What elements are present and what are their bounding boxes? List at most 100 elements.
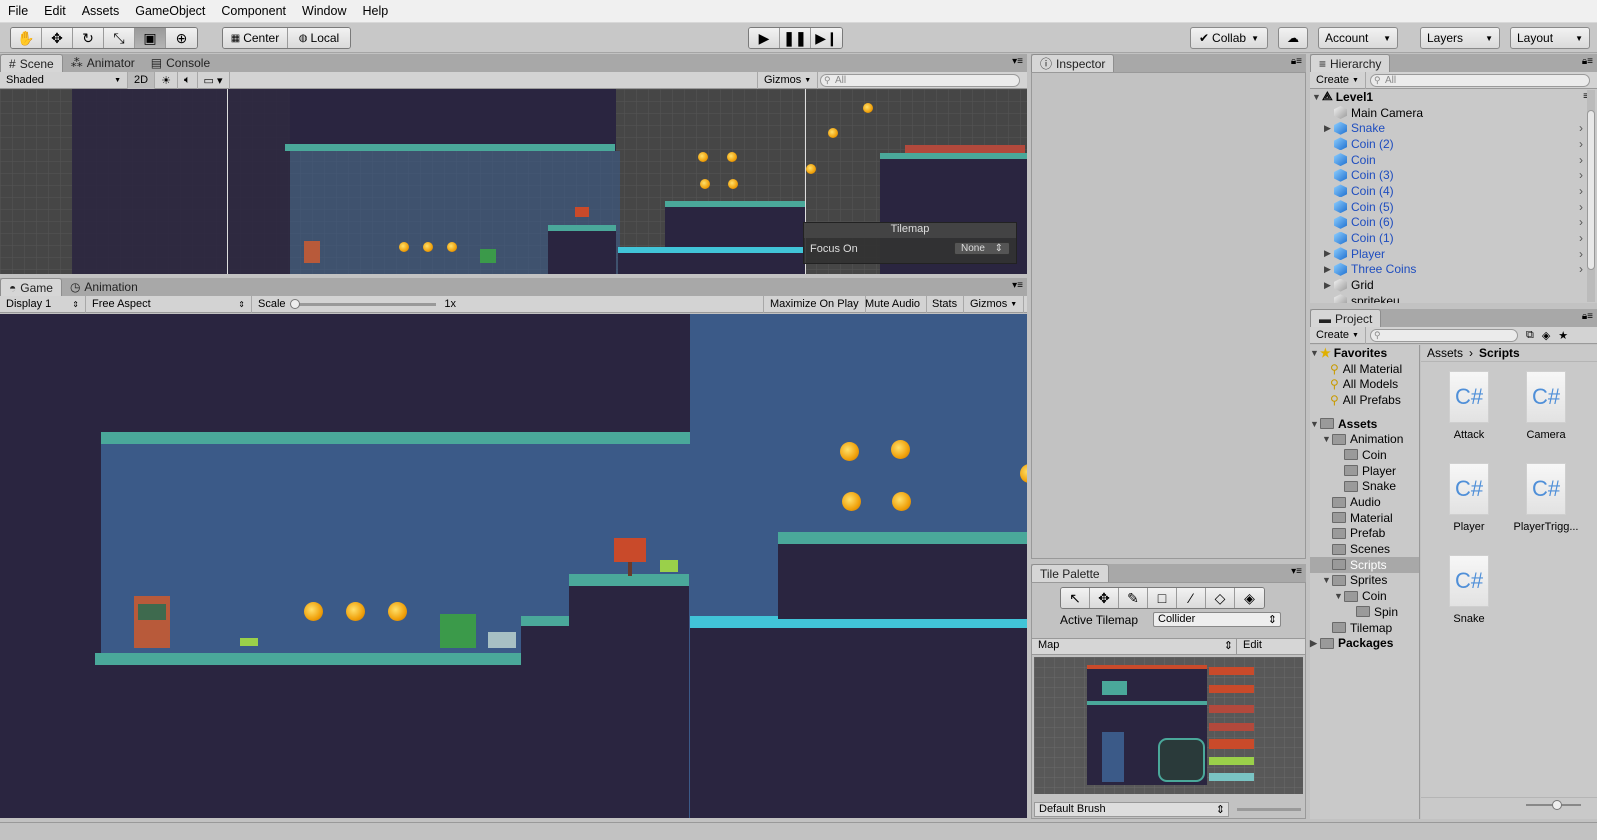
scale-slider-thumb[interactable] (289, 298, 300, 309)
collapse-arrow-icon[interactable]: ▼ (1334, 591, 1344, 601)
focus-on-dropdown[interactable]: None ⇕ (954, 242, 1010, 255)
tab-hierarchy[interactable]: ≡ Hierarchy (1310, 54, 1391, 72)
picker-icon[interactable]: ⁄ (1177, 588, 1206, 608)
folder-row[interactable]: ▼ Coin (1310, 588, 1419, 604)
chevron-right-icon[interactable]: › (1579, 168, 1583, 182)
play-button[interactable]: ▶ (749, 28, 780, 48)
hierarchy-row[interactable]: Main Camera (1312, 105, 1597, 121)
icon-size-slider-thumb[interactable] (1552, 800, 1562, 810)
hierarchy-row[interactable]: ▶ Player › (1312, 246, 1597, 262)
collapse-arrow-icon[interactable]: ▼ (1310, 348, 1320, 358)
favorites-header[interactable]: ▼ ★ Favorites (1310, 345, 1419, 361)
lighting-toggle[interactable]: ☀ (155, 71, 178, 89)
csharp-script-icon[interactable]: C# (1449, 463, 1489, 515)
chevron-right-icon[interactable]: › (1579, 200, 1583, 214)
layout-dropdown[interactable]: Layout ▼ (1510, 27, 1590, 49)
pivot-local-button[interactable]: ◍ Local (288, 28, 350, 48)
palette-zoom-slider[interactable] (1237, 808, 1301, 811)
hierarchy-create-dropdown[interactable]: Create ▼ (1310, 71, 1366, 89)
collapse-arrow-icon[interactable]: ▼ (1322, 575, 1332, 585)
chevron-right-icon[interactable]: › (1579, 231, 1583, 245)
folder-row[interactable]: ▼ Sprites (1310, 573, 1419, 589)
folder-row[interactable]: Audio (1310, 494, 1419, 510)
tab-console[interactable]: ▤ Console (143, 54, 218, 72)
folder-row[interactable]: Material (1310, 510, 1419, 526)
hierarchy-search-input[interactable]: ⚲ All (1369, 73, 1590, 87)
csharp-script-icon[interactable]: C# (1526, 463, 1566, 515)
hierarchy-row[interactable]: Coin (4) › (1312, 183, 1597, 199)
lock-icon[interactable]: 🔒︎≡ (1582, 56, 1593, 67)
rect-tool-icon[interactable]: ▣ (135, 28, 166, 48)
chevron-right-icon[interactable]: › (1579, 215, 1583, 229)
display-dropdown[interactable]: Display 1 ⇕ (0, 295, 86, 313)
pause-button[interactable]: ❚❚ (780, 28, 811, 48)
stats-toggle[interactable]: Stats (926, 295, 965, 313)
mute-audio-toggle[interactable]: Mute Audio (859, 295, 928, 313)
chevron-right-icon[interactable]: › (1579, 262, 1583, 276)
audio-toggle[interactable]: 🔈︎ (178, 71, 198, 89)
game-gizmos-dropdown[interactable]: Gizmos ▼ (964, 295, 1025, 313)
cloud-button[interactable]: ☁ (1278, 27, 1308, 49)
folder-row[interactable]: Prefab (1310, 526, 1419, 542)
folder-row[interactable]: ▼ Animation (1310, 431, 1419, 447)
project-search-input[interactable]: ⚲ (1369, 328, 1518, 342)
chevron-right-icon[interactable]: › (1579, 137, 1583, 151)
move-tool-icon[interactable]: ✥ (42, 28, 73, 48)
tab-tile-palette[interactable]: Tile Palette (1031, 564, 1109, 582)
breadcrumb-assets[interactable]: Assets (1427, 346, 1463, 360)
game-viewport[interactable] (0, 314, 1027, 818)
folder-row[interactable]: Coin (1310, 447, 1419, 463)
tab-inspector[interactable]: ⓘ Inspector (1031, 54, 1115, 72)
scene-gizmos-dropdown[interactable]: Gizmos ▼ (757, 71, 819, 89)
panel-menu-icon[interactable]: ▾≡ (1012, 280, 1023, 291)
palette-edit-button[interactable]: Edit (1237, 639, 1262, 654)
hand-tool-icon[interactable]: ✋ (11, 28, 42, 48)
tab-scene[interactable]: # Scene (0, 54, 63, 72)
eraser-icon[interactable]: ◇ (1206, 588, 1235, 608)
menu-edit[interactable]: Edit (36, 4, 74, 18)
chevron-right-icon[interactable]: › (1579, 153, 1583, 167)
folder-row[interactable]: Spin (1310, 604, 1419, 620)
scene-viewport[interactable]: Tilemap Focus On None ⇕ (0, 89, 1027, 274)
hierarchy-row[interactable]: ▶ Three Coins › (1312, 262, 1597, 278)
csharp-script-icon[interactable]: C# (1526, 371, 1566, 423)
lock-icon[interactable]: 🔒︎≡ (1582, 311, 1593, 322)
rotate-tool-icon[interactable]: ↻ (73, 28, 104, 48)
active-tilemap-dropdown[interactable]: Collider ⇕ (1153, 612, 1281, 627)
menu-gameobject[interactable]: GameObject (127, 4, 213, 18)
favorite-item[interactable]: ⚲ All Models (1310, 376, 1419, 392)
step-button[interactable]: ▶❙ (811, 28, 842, 48)
packages-root-row[interactable]: ▶ Packages (1310, 635, 1419, 651)
hierarchy-row[interactable]: Coin (5) › (1312, 199, 1597, 215)
scrollbar-thumb[interactable] (1587, 110, 1595, 270)
folder-row[interactable]: Scenes (1310, 541, 1419, 557)
aspect-dropdown[interactable]: Free Aspect ⇕ (86, 295, 252, 313)
csharp-script-icon[interactable]: C# (1449, 555, 1489, 607)
hierarchy-row[interactable]: Coin (6) › (1312, 215, 1597, 231)
hierarchy-row[interactable]: Coin (1) › (1312, 230, 1597, 246)
hierarchy-row[interactable]: spritekeu (1312, 293, 1597, 303)
scale-tool-icon[interactable]: ⤡ (104, 28, 135, 48)
hierarchy-row[interactable]: ▶ Grid (1312, 277, 1597, 293)
panel-menu-icon[interactable]: ▾≡ (1291, 566, 1302, 577)
breadcrumb-scripts[interactable]: Scripts (1479, 346, 1520, 360)
pivot-center-button[interactable]: ▦ Center (223, 28, 288, 48)
scale-slider[interactable] (289, 298, 437, 309)
menu-assets[interactable]: Assets (74, 4, 128, 18)
hierarchy-row[interactable]: Coin (3) › (1312, 167, 1597, 183)
paint-brush-icon[interactable]: ✎ (1119, 588, 1148, 608)
palette-dropdown[interactable]: Map ⇕ (1032, 639, 1237, 654)
hierarchy-row[interactable]: ▶ Snake › (1312, 120, 1597, 136)
palette-grid[interactable] (1034, 657, 1303, 794)
collapse-arrow-icon[interactable]: ▼ (1322, 434, 1332, 444)
tab-project[interactable]: ▬ Project (1310, 309, 1382, 327)
expand-arrow-icon[interactable]: ▶ (1310, 638, 1320, 649)
scene-root-row[interactable]: ▼⟁Level1≡ (1312, 89, 1597, 105)
project-create-dropdown[interactable]: Create ▼ (1310, 326, 1366, 344)
maximize-on-play-toggle[interactable]: Maximize On Play (763, 295, 866, 313)
folder-row[interactable]: Player (1310, 463, 1419, 479)
chevron-right-icon[interactable]: › (1579, 247, 1583, 261)
icon-size-slider[interactable] (1526, 800, 1581, 810)
mode-2d-toggle[interactable]: 2D (128, 71, 156, 89)
folder-row[interactable]: Tilemap (1310, 620, 1419, 636)
